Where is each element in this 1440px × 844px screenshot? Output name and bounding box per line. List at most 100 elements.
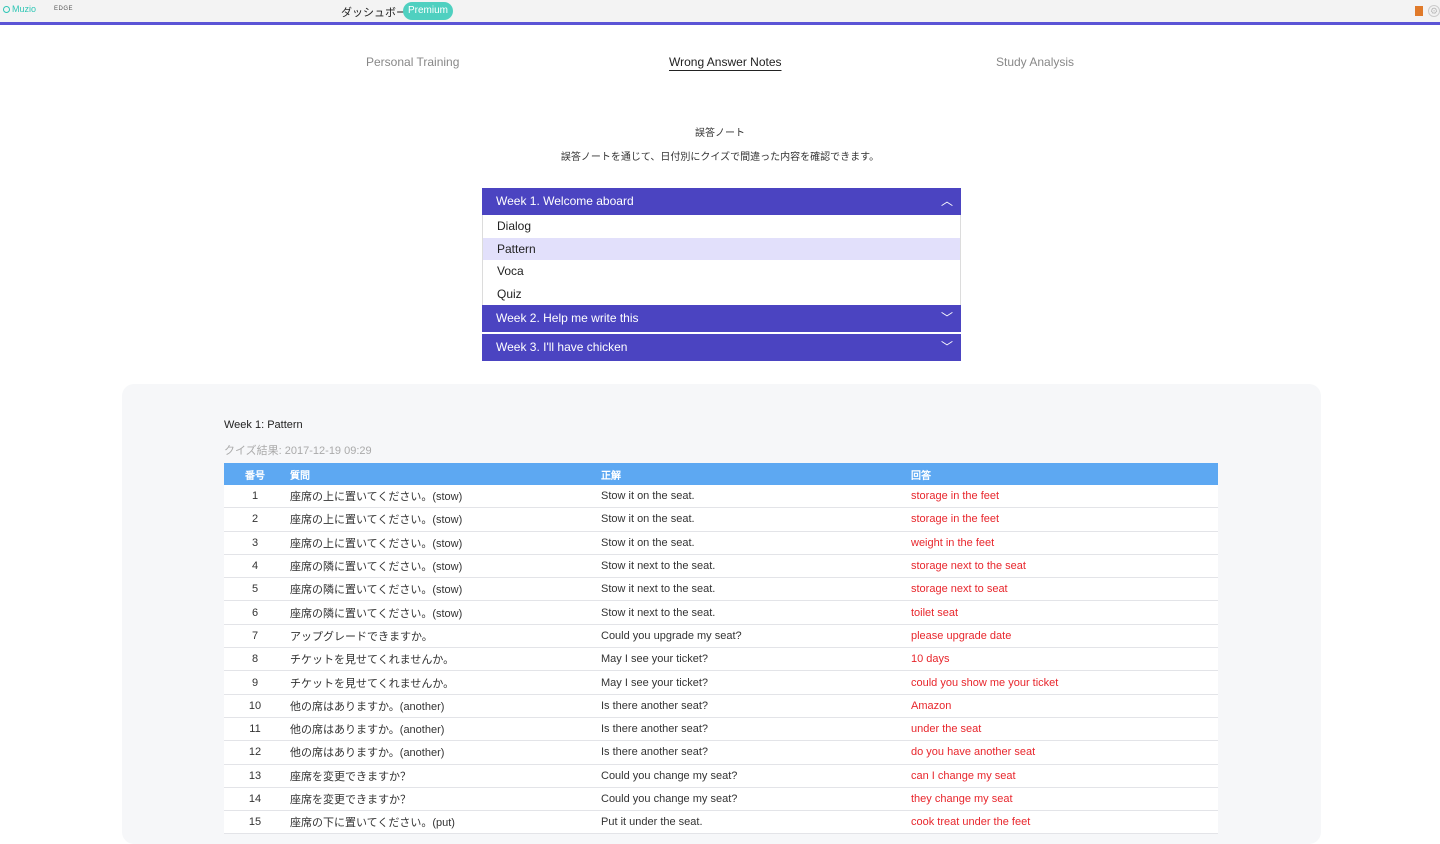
row-correct-answer: Stow it on the seat. [601,490,695,503]
table-row: 14 座席を変更できますか？ Could you change my seat? th… [224,787,1218,812]
row-correct-answer: Stow it next to the seat. [601,560,716,573]
row-number: 5 [251,583,259,596]
week-1-items: Dialog Pattern Voca Quiz [482,215,961,305]
row-question: 座席の隣に置いてください。(stow) [290,584,463,597]
table-header: 番号 質問 正解 回答 [224,463,1218,485]
row-user-answer: 10 days [911,653,950,666]
row-correct-answer: Stow it next to the seat. [601,583,716,596]
tab-study-analysis[interactable]: Study Analysis [996,55,1074,69]
chevron-up-icon: ︿ [940,194,953,208]
row-correct-answer: Put it under the seat. [601,816,703,829]
row-question: 座席の上に置いてください。(stow) [290,537,463,550]
row-user-answer: storage next to seat [911,583,1008,596]
row-user-answer: toilet seat [911,606,959,619]
row-number: 3 [251,536,259,549]
tab-wrong-answer-notes[interactable]: Wrong Answer Notes [669,55,782,69]
result-date: クイズ結果: 2017-12-19 09:29 [224,445,372,457]
logo-text: Muzio [12,4,37,14]
row-user-answer: Amazon [911,699,952,712]
row-question: チケットを見せてくれませんか。 [290,677,455,690]
row-number: 10 [248,699,262,712]
bookmark-icon[interactable] [1415,6,1423,16]
app-logo[interactable]: Muzio [3,4,36,14]
row-question: 座席の隣に置いてください。(stow) [290,607,463,620]
row-question: 座席の上に置いてください。(stow) [290,491,463,504]
row-correct-answer: Is there another seat? [601,723,709,736]
settings-icon[interactable]: ⚙ [1428,5,1440,17]
column-header-question: 質問 [290,470,310,482]
table-row: 9 チケットを見せてくれませんか。 May I see your ticket? co… [224,671,1218,695]
row-user-answer: storage in the feet [911,490,1000,503]
table-row: 5 座席の隣に置いてください。(stow) Stow it next to the … [224,578,1218,602]
logo-icon [3,5,10,13]
menu-item-voca[interactable]: Voca [483,260,960,283]
row-correct-answer: Could you change my seat? [601,793,738,805]
week-2-header[interactable]: Week 2. Help me write this ﹀ [482,305,961,332]
row-question: 他の席はありますか。(another) [290,747,445,760]
menu-item-pattern[interactable]: Pattern [483,237,960,260]
row-user-answer: they change my seat [911,793,1013,805]
page-title: 誤答ノート [695,128,745,139]
table-row: 2 座席の上に置いてください。(stow) Stow it on the seat.… [224,508,1218,532]
row-user-answer: please upgrade date [911,629,1012,642]
row-user-answer: cook treat under the feet [911,816,1031,829]
row-question: 座席の上に置いてください。(stow) [290,514,463,527]
table-row: 10 他の席はありますか。(another) Is there another se… [224,694,1218,718]
row-number: 15 [248,816,262,829]
page-description: 誤答ノートを通じて、日付別にクイズで間違った内容を確認できます。 [560,152,880,163]
row-correct-answer: Is there another seat? [601,746,709,759]
table-row: 6 座席の隣に置いてください。(stow) Stow it next to the … [224,601,1218,625]
row-user-answer: could you show me your ticket [911,676,1059,689]
row-correct-answer: May I see your ticket? [601,676,708,689]
row-question: チケットを見せてくれませんか。 [290,654,455,667]
week-2-label: Week 2. Help me write this [496,311,639,325]
week-accordion: Week 1. Welcome aboard ︿ Dialog Pattern … [482,188,961,361]
column-header-answer: 回答 [911,470,931,482]
row-user-answer: storage next to the seat [911,560,1026,573]
row-number: 13 [248,769,262,782]
row-question: 他の席はありますか。(another) [290,700,445,713]
row-user-answer: can I change my seat [911,769,1016,782]
row-question: 座席を変更できますか？ [290,794,411,806]
row-question: 座席を変更できますか？ [290,770,411,783]
row-number: 9 [251,676,259,689]
row-number: 1 [251,490,259,503]
row-user-answer: weight in the feet [911,536,995,549]
table-row: 3 座席の上に置いてください。(stow) Stow it on the seat.… [224,531,1218,555]
table-row: 13 座席を変更できますか？ Could you change my seat? ca… [224,764,1218,788]
row-number: 12 [248,746,262,759]
column-header-number: 番号 [245,470,265,482]
week-1-label: Week 1. Welcome aboard [496,194,634,208]
week-1-header[interactable]: Week 1. Welcome aboard ︿ [482,188,961,215]
row-user-answer: storage in the feet [911,513,1000,526]
row-number: 2 [251,513,259,526]
row-correct-answer: Stow it on the seat. [601,513,695,526]
row-correct-answer: Could you change my seat? [601,769,738,782]
menu-item-quiz[interactable]: Quiz [483,283,960,306]
dashboard-link[interactable]: ダッシュボー [341,4,407,20]
row-number: 8 [251,653,259,666]
tab-personal-training[interactable]: Personal Training [366,55,459,69]
row-user-answer: under the seat [911,723,982,736]
table-row: 1 座席の上に置いてください。(stow) Stow it on the seat.… [224,485,1218,509]
table-row: 8 チケットを見せてくれませんか。 May I see your ticket? 10… [224,648,1218,672]
table-row: 11 他の席はありますか。(another) Is there another se… [224,717,1218,742]
row-number: 14 [248,793,262,805]
row-correct-answer: Stow it on the seat. [601,536,695,549]
table-row: 7 アップグレードできますか。 Could you upgrade my seat?… [224,624,1218,649]
premium-badge[interactable]: Premium [403,2,454,20]
week-3-label: Week 3. I'll have chicken [496,340,628,354]
result-title: Week 1: Pattern [224,419,303,431]
row-correct-answer: Stow it next to the seat. [601,606,716,619]
row-question: 座席の隣に置いてください。(stow) [290,561,463,574]
row-number: 4 [251,560,259,573]
table-row: 12 他の席はありますか。(another) Is there another se… [224,741,1218,765]
row-number: 6 [251,606,259,619]
table-row: 15 座席の下に置いてください。(put) Put it under the sea… [224,811,1218,835]
week-3-header[interactable]: Week 3. I'll have chicken ﹀ [482,334,961,361]
menu-item-dialog[interactable]: Dialog [483,215,960,238]
row-user-answer: do you have another seat [911,746,1036,759]
table-body: 1 座席の上に置いてください。(stow) Stow it on the seat.… [224,485,1218,835]
table-row: 4 座席の隣に置いてください。(stow) Stow it next to the … [224,554,1218,579]
chevron-down-icon: ﹀ [940,340,953,354]
